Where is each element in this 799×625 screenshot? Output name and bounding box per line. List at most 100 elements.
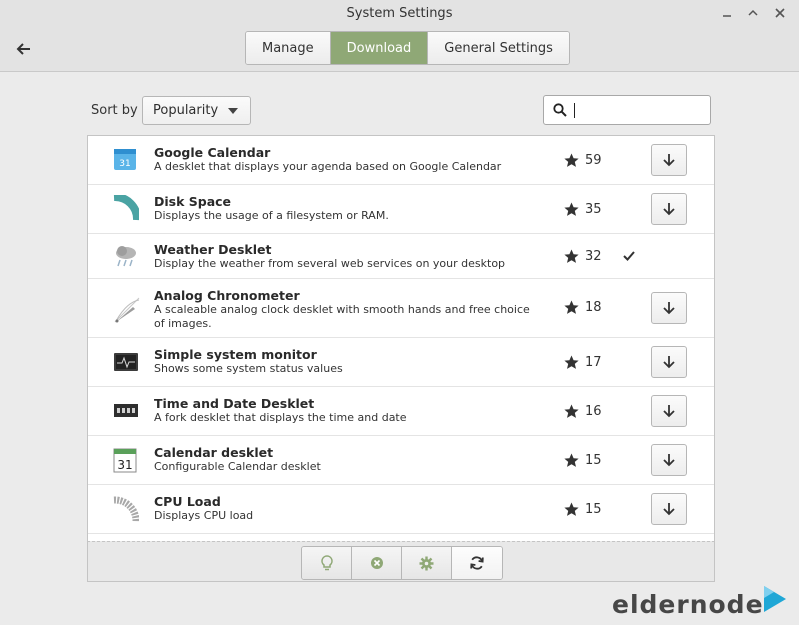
installed-check-icon: [623, 251, 635, 261]
star-icon: [564, 355, 579, 369]
maximize-button[interactable]: [744, 4, 762, 22]
download-arrow-icon: [663, 203, 675, 216]
tab-general-settings[interactable]: General Settings: [428, 32, 569, 64]
gear-icon: [419, 556, 434, 570]
svg-text:31: 31: [119, 159, 130, 169]
tab-label: Manage: [262, 40, 314, 56]
star-icon: [564, 404, 579, 418]
google-calendar-icon: 31: [114, 149, 136, 170]
list-item[interactable]: 31 Calendar desklet Configurable Calenda…: [88, 436, 714, 485]
star-icon: [564, 202, 579, 216]
desklet-name: Time and Date Desklet: [154, 396, 315, 411]
calendar-icon: 31: [113, 448, 137, 473]
tab-label: Download: [346, 40, 412, 56]
desklet-name: Disk Space: [154, 194, 232, 209]
desklet-score: 17: [585, 355, 602, 370]
tab-manage[interactable]: Manage: [246, 32, 331, 64]
desklet-description: Display the weather from several web ser…: [154, 257, 506, 270]
chevron-down-icon: [228, 108, 238, 114]
bottom-toolbar: [301, 546, 503, 580]
star-icon: [564, 300, 579, 314]
close-button[interactable]: [771, 4, 789, 22]
search-box[interactable]: [543, 95, 711, 125]
eldernode-watermark: eldernode: [612, 584, 790, 624]
play-logo-icon: [763, 586, 786, 612]
analog-clock-icon: [114, 297, 140, 323]
tab-download[interactable]: Download: [330, 32, 429, 64]
desklet-score: 16: [585, 404, 602, 419]
star-icon: [564, 249, 579, 263]
sort-dropdown-value: Popularity: [153, 103, 219, 118]
desklet-score: 35: [585, 202, 602, 217]
desklet-name: Weather Desklet: [154, 242, 272, 257]
desklet-name: Analog Chronometer: [154, 288, 300, 303]
list-item[interactable]: Simple system monitor Shows some system …: [88, 338, 714, 387]
window-title: System Settings: [346, 6, 453, 21]
uninstall-button[interactable]: [352, 547, 402, 579]
info-button[interactable]: [302, 547, 352, 579]
download-arrow-icon: [663, 405, 675, 418]
search-icon: [553, 103, 567, 117]
desklet-description: Configurable Calendar desklet: [154, 460, 321, 473]
close-icon: [775, 8, 785, 18]
star-icon: [564, 502, 579, 516]
list-item[interactable]: Weather Desklet Display the weather from…: [88, 234, 714, 279]
list-item[interactable]: CPU Load Displays CPU load 15: [88, 485, 714, 534]
download-arrow-icon: [663, 154, 675, 167]
desklet-description: Displays CPU load: [154, 509, 254, 522]
download-button[interactable]: [651, 493, 687, 525]
desklet-score: 15: [585, 502, 602, 517]
time-date-icon: [114, 404, 138, 417]
list-item[interactable]: Time and Date Desklet A fork desklet tha…: [88, 387, 714, 436]
download-button[interactable]: [651, 444, 687, 476]
remove-icon: [370, 557, 383, 569]
download-button[interactable]: [651, 395, 687, 427]
list-item[interactable]: 31 Google Calendar A desklet that displa…: [88, 136, 714, 185]
desklet-name: Simple system monitor: [154, 347, 317, 362]
back-button[interactable]: [12, 37, 36, 61]
desklet-score: 32: [585, 249, 602, 264]
svg-text:31: 31: [117, 458, 132, 472]
weather-icon: [116, 246, 136, 267]
desklet-list: 31 Google Calendar A desklet that displa…: [87, 135, 715, 542]
list-item[interactable]: Analog Chronometer A scaleable analog cl…: [88, 279, 714, 338]
star-icon: [564, 453, 579, 467]
tab-label: General Settings: [444, 40, 553, 56]
disk-space-icon: [113, 195, 139, 221]
desklet-description: Displays the usage of a filesystem or RA…: [154, 209, 389, 222]
refresh-button[interactable]: [452, 547, 502, 579]
desklet-name: Google Calendar: [154, 145, 271, 160]
download-button[interactable]: [651, 346, 687, 378]
download-button[interactable]: [651, 292, 687, 324]
desklet-name: Calendar desklet: [154, 445, 274, 460]
download-button[interactable]: [651, 193, 687, 225]
desklet-description: Shows some system status values: [154, 362, 343, 375]
download-arrow-icon: [663, 302, 675, 315]
sort-dropdown[interactable]: Popularity: [142, 96, 251, 125]
desklet-description: A fork desklet that displays the time an…: [154, 411, 407, 424]
tab-bar: Manage Download General Settings: [245, 31, 570, 65]
lightbulb-icon: [320, 555, 333, 571]
star-icon: [564, 153, 579, 167]
download-arrow-icon: [663, 356, 675, 369]
desklet-description: A scaleable analog clock desklet with sm…: [154, 303, 530, 330]
refresh-icon: [470, 556, 484, 570]
bottom-action-bar: [87, 541, 715, 582]
list-item[interactable]: Disk Space Displays the usage of a files…: [88, 185, 714, 234]
cpu-load-icon: [113, 496, 139, 523]
watermark-text: eldernode: [612, 589, 764, 619]
desklet-description: A desklet that displays your agenda base…: [154, 160, 502, 173]
configure-button[interactable]: [402, 547, 452, 579]
minimize-button[interactable]: [718, 4, 736, 22]
desklet-score: 18: [585, 300, 602, 315]
search-input[interactable]: [572, 101, 704, 119]
download-button[interactable]: [651, 144, 687, 176]
title-bar: System Settings Manage Download General …: [0, 0, 799, 72]
minimize-icon: [723, 15, 731, 17]
back-arrow-icon: [16, 43, 30, 55]
download-arrow-icon: [663, 503, 675, 516]
desklet-score: 59: [585, 153, 602, 168]
maximize-icon: [748, 9, 758, 16]
desklet-name: CPU Load: [154, 494, 221, 509]
sort-by-label: Sort by: [91, 103, 138, 118]
